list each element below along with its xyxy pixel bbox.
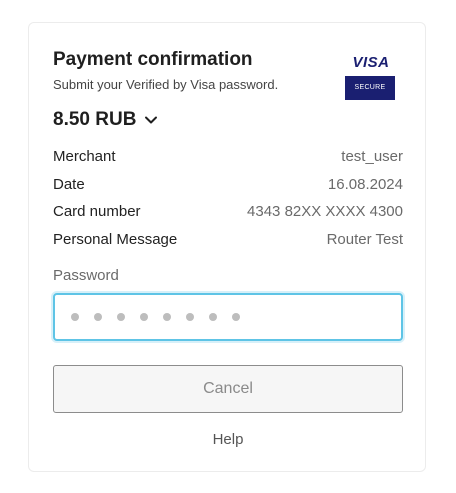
- detail-value: 4343 82XX XXXX 4300: [247, 203, 403, 221]
- page-subtitle: Submit your Verified by Visa password.: [53, 77, 279, 92]
- detail-row-date: Date 16.08.2024: [53, 171, 403, 199]
- password-placeholder-dots: [71, 313, 240, 321]
- payment-card: Payment confirmation Submit your Verifie…: [28, 22, 426, 472]
- amount-value: 8.50 RUB: [53, 109, 137, 130]
- detail-label: Card number: [53, 203, 141, 221]
- detail-value: Router Test: [326, 230, 403, 248]
- password-input[interactable]: [53, 293, 403, 341]
- detail-row-personal-message: Personal Message Router Test: [53, 226, 403, 254]
- cancel-button[interactable]: Cancel: [53, 365, 403, 413]
- detail-value: test_user: [341, 148, 403, 166]
- detail-label: Date: [53, 175, 85, 193]
- amount-toggle[interactable]: 8.50 RUB: [53, 109, 158, 131]
- help-link[interactable]: Help: [29, 431, 427, 448]
- visa-secure-logo: VISA SECURE: [345, 53, 397, 101]
- detail-value: 16.08.2024: [327, 175, 403, 193]
- chevron-down-icon: [145, 116, 158, 124]
- password-label: Password: [53, 267, 119, 284]
- page-title: Payment confirmation: [53, 49, 253, 70]
- detail-label: Personal Message: [53, 230, 178, 248]
- detail-label: Merchant: [53, 148, 116, 166]
- detail-row-merchant: Merchant test_user: [53, 143, 403, 171]
- visa-brand-text: VISA: [352, 54, 390, 71]
- transaction-details: Merchant test_user Date 16.08.2024 Card …: [53, 143, 403, 253]
- visa-secure-badge: SECURE: [345, 76, 395, 100]
- detail-row-card-number: Card number 4343 82XX XXXX 4300: [53, 198, 403, 226]
